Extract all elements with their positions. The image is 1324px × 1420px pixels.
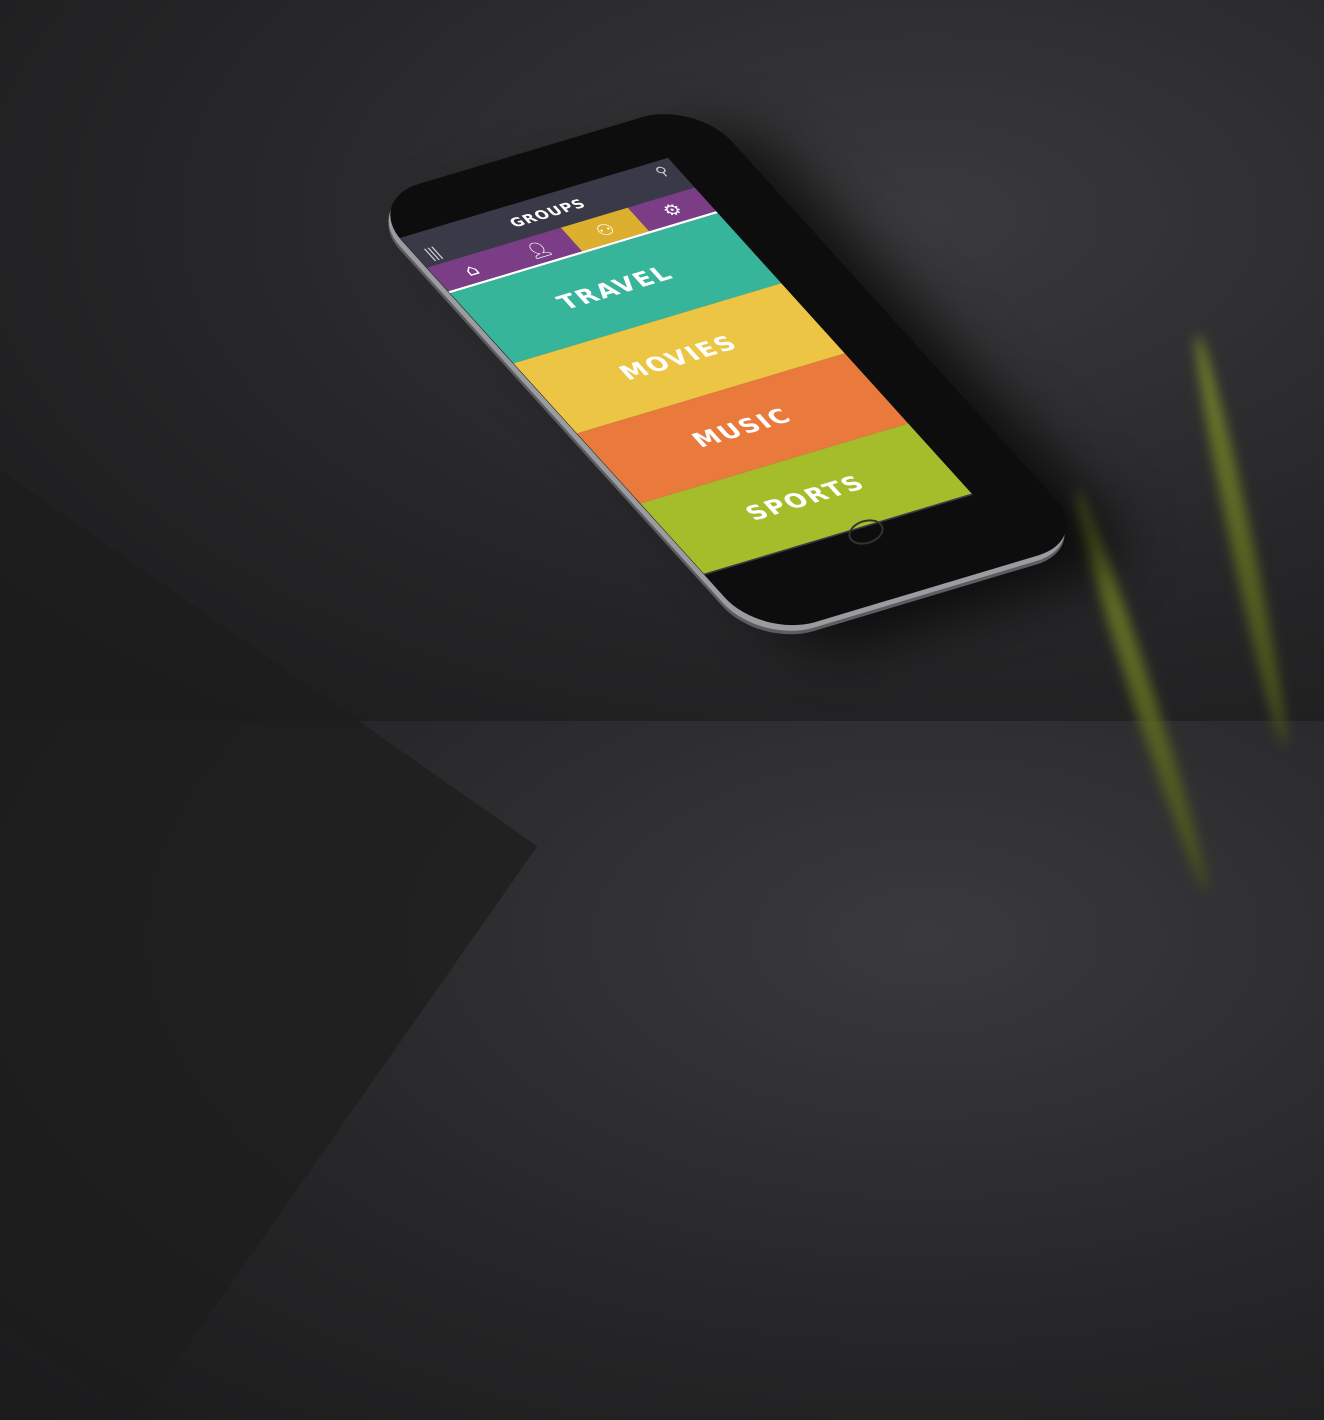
plant-leaf bbox=[1065, 486, 1217, 894]
search-icon[interactable]: ⚲ bbox=[651, 163, 673, 179]
groups-icon: ⚇ bbox=[589, 218, 621, 240]
table-edge bbox=[0, 330, 538, 1420]
category-label: TRAVEL bbox=[551, 261, 680, 315]
home-icon: ⌂ bbox=[458, 259, 484, 280]
category-label: SPORTS bbox=[740, 471, 872, 526]
menu-icon[interactable]: ||| bbox=[421, 245, 445, 262]
category-label: MOVIES bbox=[613, 331, 745, 386]
gear-icon: ⚙ bbox=[656, 198, 688, 220]
user-icon: 👤︎ bbox=[519, 237, 557, 261]
category-label: MUSIC bbox=[686, 404, 799, 453]
plant-leaf bbox=[1186, 332, 1296, 748]
